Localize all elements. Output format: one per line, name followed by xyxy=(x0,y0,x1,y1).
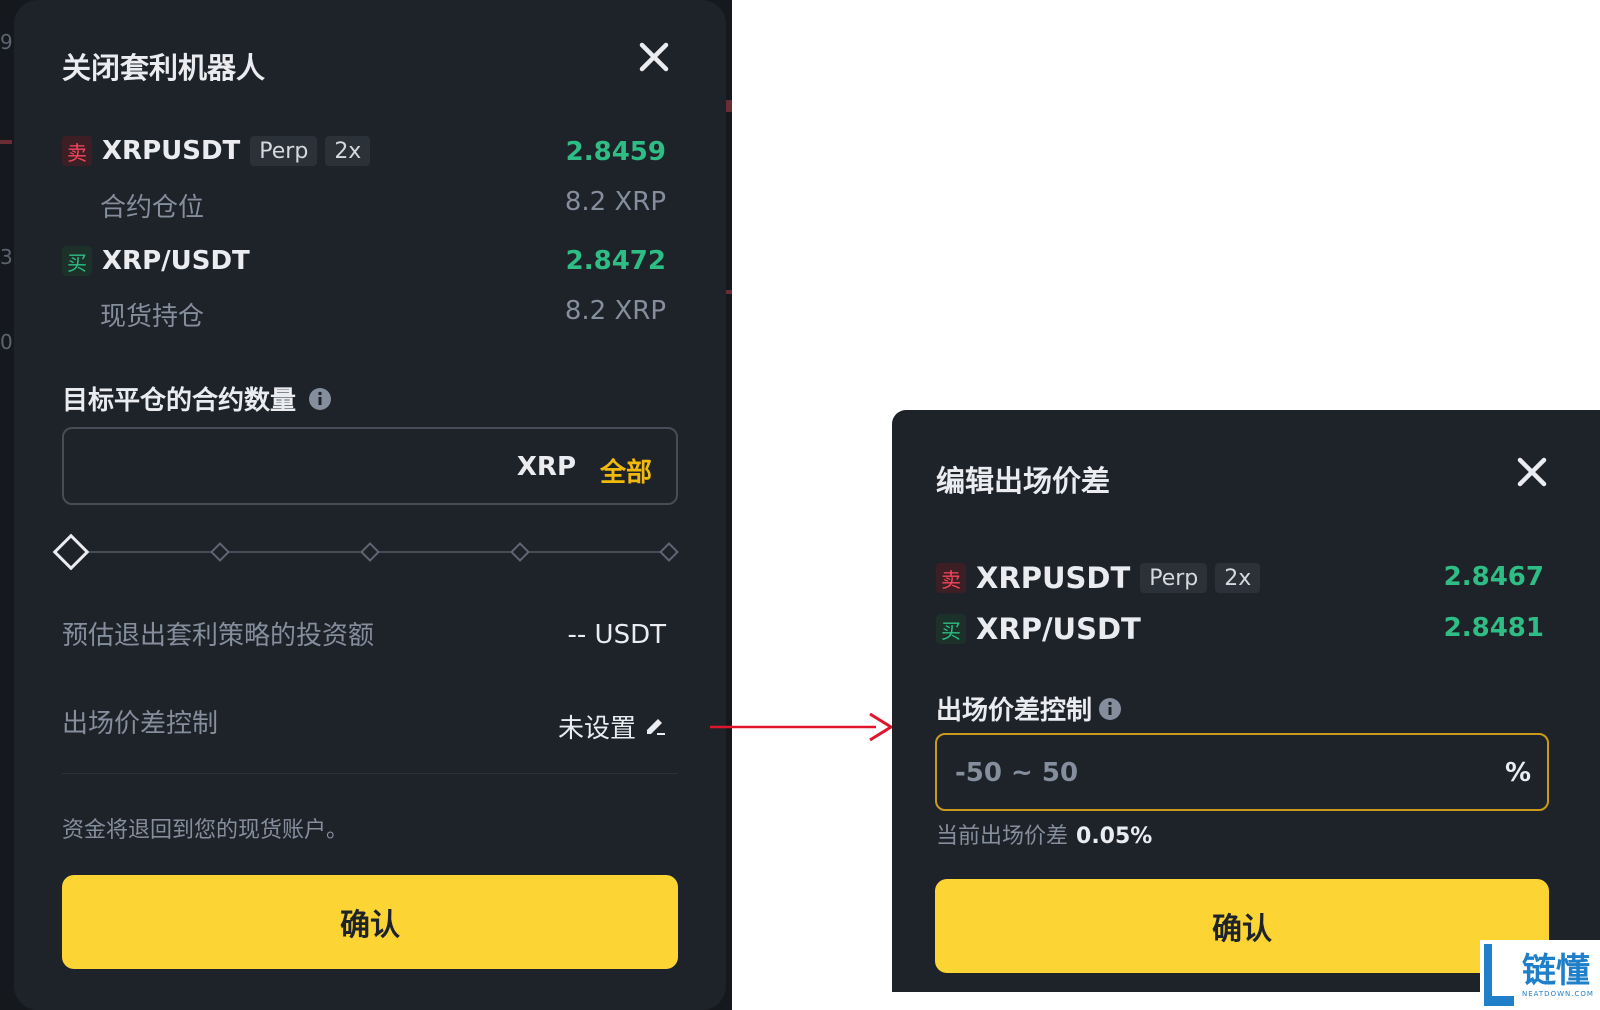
buy-badge: 买 xyxy=(936,614,966,644)
spot-holding-value: 8.2 XRP xyxy=(564,296,666,326)
divider xyxy=(62,773,678,774)
edge-text: 9 xyxy=(0,30,13,54)
quantity-slider[interactable] xyxy=(52,533,686,571)
slider-handle[interactable] xyxy=(52,533,90,571)
info-icon[interactable] xyxy=(308,387,332,411)
perp-symbol: XRPUSDT xyxy=(976,561,1131,595)
quantity-input-box: XRP 全部 xyxy=(62,427,678,505)
slider-step[interactable] xyxy=(659,542,679,562)
edit-icon[interactable] xyxy=(644,715,668,739)
modal-title: 关闭套利机器人 xyxy=(62,51,266,85)
chart-mark xyxy=(725,290,732,294)
contract-position-label: 合约仓位 xyxy=(100,193,205,223)
perp-symbol: XRPUSDT xyxy=(102,136,241,166)
perp-price: 2.8459 xyxy=(565,137,666,167)
slider-step[interactable] xyxy=(360,542,380,562)
leverage-tag: 2x xyxy=(325,136,371,166)
exit-spread-edit[interactable]: 未设置 xyxy=(558,708,668,745)
chart-mark xyxy=(0,140,12,144)
spread-input[interactable] xyxy=(953,735,1323,811)
estimate-label: 预估退出套利策略的投资额 xyxy=(62,621,375,651)
edit-spread-modal: 编辑出场价差 卖 XRPUSDT Perp 2x 2.8467 买 XRP/US… xyxy=(892,410,1600,992)
spot-price: 2.8472 xyxy=(565,246,666,276)
spot-leg-row: 买 XRP/USDT xyxy=(62,246,260,276)
perp-leg-row: 卖 XRPUSDT Perp 2x xyxy=(62,136,378,166)
sell-badge: 卖 xyxy=(62,136,92,166)
buy-badge: 买 xyxy=(62,246,92,276)
spread-label-text: 出场价差控制 xyxy=(936,696,1093,726)
perp-price: 2.8467 xyxy=(1443,562,1544,592)
refund-note: 资金将退回到您的现货账户。 xyxy=(62,818,349,843)
info-icon[interactable] xyxy=(1098,697,1122,721)
spot-holding-label: 现货持仓 xyxy=(100,302,205,332)
all-button[interactable]: 全部 xyxy=(600,452,652,489)
current-spread: 当前出场价差 0.05% xyxy=(936,818,1152,850)
slider-step[interactable] xyxy=(210,542,230,562)
watermark-en: NEATDOWN.COM xyxy=(1522,990,1594,998)
confirm-button[interactable]: 确认 xyxy=(935,879,1549,973)
watermark-logo: 链懂 NEATDOWN.COM xyxy=(1480,940,1600,1010)
spread-label: 出场价差控制 xyxy=(936,690,1122,727)
spot-leg-row: 买 XRP/USDT xyxy=(936,612,1151,646)
perp-tag: Perp xyxy=(1140,563,1208,593)
spot-symbol: XRP/USDT xyxy=(976,612,1141,646)
quantity-label-text: 目标平仓的合约数量 xyxy=(62,386,297,416)
confirm-button[interactable]: 确认 xyxy=(62,875,678,969)
chart-mark xyxy=(725,100,732,112)
neatdown-logo-icon xyxy=(1484,944,1514,1006)
close-icon[interactable] xyxy=(634,37,674,77)
spot-symbol: XRP/USDT xyxy=(102,246,250,276)
close-icon[interactable] xyxy=(1512,452,1552,492)
modal-title: 编辑出场价差 xyxy=(936,464,1111,498)
spread-input-box: % xyxy=(935,733,1549,811)
watermark-cn: 链懂 xyxy=(1522,951,1590,991)
slider-step[interactable] xyxy=(510,542,530,562)
perp-leg-row: 卖 XRPUSDT Perp 2x xyxy=(936,561,1268,595)
contract-position-value: 8.2 XRP xyxy=(564,187,666,217)
spot-price: 2.8481 xyxy=(1443,613,1544,643)
quantity-input[interactable] xyxy=(80,429,452,505)
perp-tag: Perp xyxy=(250,136,318,166)
leverage-tag: 2x xyxy=(1215,563,1261,593)
arrow-icon xyxy=(710,712,894,742)
quantity-unit: XRP xyxy=(516,452,576,482)
spread-unit: % xyxy=(1504,758,1531,788)
estimate-value: -- USDT xyxy=(567,620,666,650)
exit-spread-label: 出场价差控制 xyxy=(62,709,219,739)
current-spread-label: 当前出场价差 xyxy=(936,824,1069,849)
exit-spread-value: 未设置 xyxy=(557,714,636,744)
quantity-label: 目标平仓的合约数量 xyxy=(62,380,332,417)
current-spread-value: 0.05% xyxy=(1076,824,1153,849)
sell-badge: 卖 xyxy=(936,563,966,593)
close-bot-modal: 关闭套利机器人 卖 XRPUSDT Perp 2x 2.8459 合约仓位 8.… xyxy=(14,0,726,1010)
